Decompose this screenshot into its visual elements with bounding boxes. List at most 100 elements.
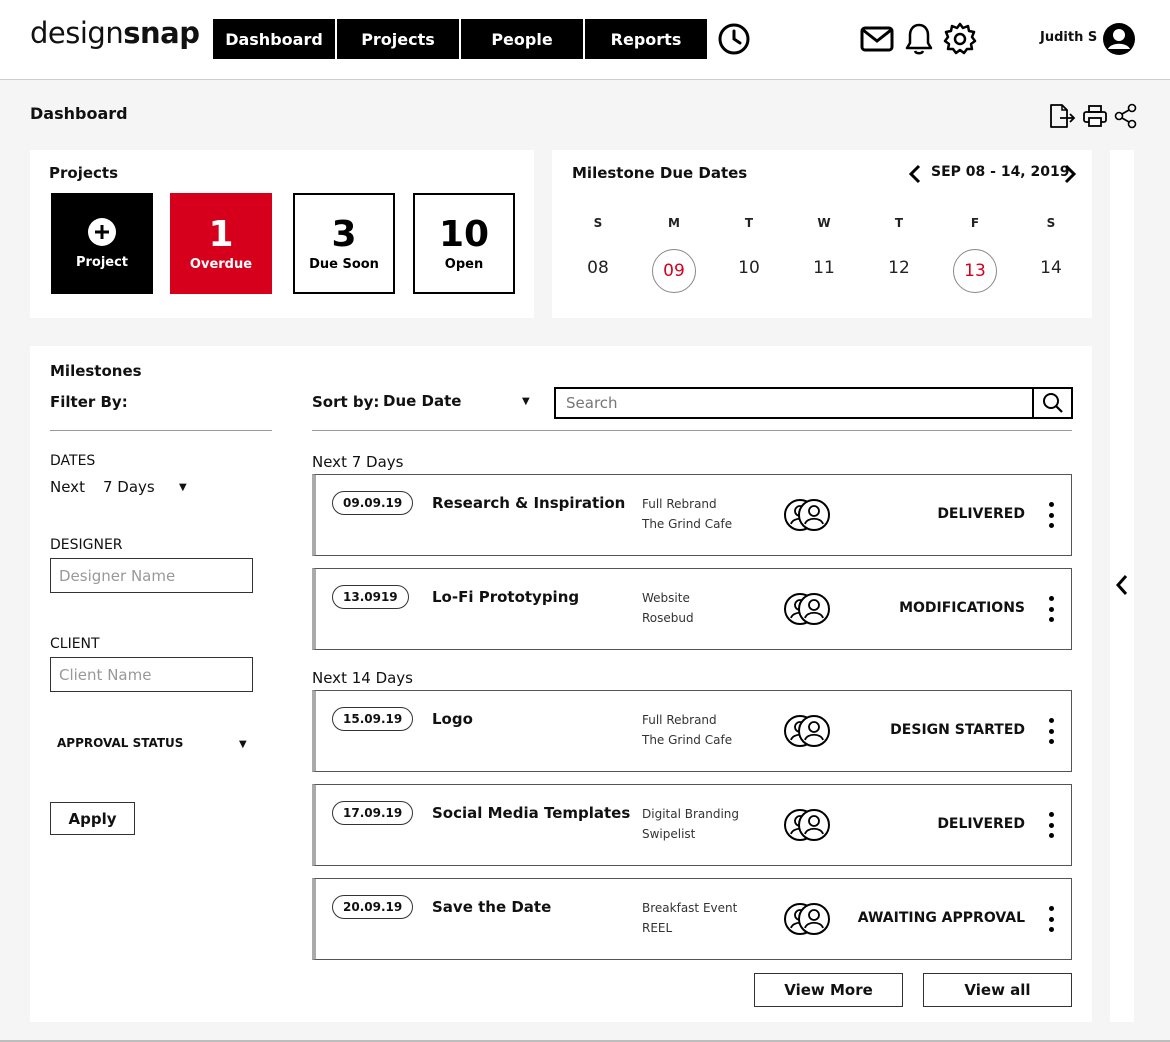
client-name: Rosebud (642, 611, 694, 625)
new-project-button[interactable]: Project (51, 193, 153, 294)
export-icon[interactable] (1048, 103, 1076, 129)
weekday-letter: S (1046, 216, 1056, 230)
filter-divider (50, 430, 272, 431)
milestone-title: Logo (432, 710, 473, 728)
dates-range-select[interactable]: 7 Days (103, 478, 155, 496)
calendar-day[interactable]: W 11 (802, 216, 846, 278)
day-number-highlighted[interactable]: 09 (652, 249, 696, 293)
client-label: CLIENT (50, 636, 100, 652)
milestone-title: Lo-Fi Prototyping (432, 588, 580, 606)
project-name: Digital Branding (642, 807, 740, 821)
calendar-day[interactable]: S 08 (576, 216, 620, 278)
view-all-button[interactable]: View all (923, 973, 1072, 1007)
designer-name-input[interactable] (50, 558, 253, 593)
caret-down-icon[interactable]: ▼ (179, 482, 187, 493)
calendar-day[interactable]: M (652, 216, 696, 230)
status-label: DESIGN STARTED (890, 722, 1025, 738)
due-soon-card[interactable]: 3 Due Soon (293, 193, 395, 294)
more-options-icon[interactable] (1045, 502, 1057, 528)
status-label: AWAITING APPROVAL (857, 910, 1025, 926)
milestone-title: Social Media Templates (432, 804, 631, 822)
team-users-icon (784, 593, 830, 625)
overdue-label: Overdue (189, 257, 253, 272)
nav-people[interactable]: People (461, 19, 583, 59)
client-name-input[interactable] (50, 657, 253, 692)
nav-projects[interactable]: Projects (337, 19, 459, 59)
overdue-card[interactable]: 1 Overdue (170, 193, 272, 294)
chevron-right-icon[interactable] (1063, 164, 1077, 184)
search-icon (1042, 393, 1063, 413)
day-number: 12 (888, 258, 910, 278)
day-number: 10 (738, 258, 760, 278)
team-users-icon (784, 715, 830, 747)
chevron-left-icon[interactable] (1115, 574, 1129, 596)
milestone-row[interactable]: 17.09.19 Social Media Templates Digital … (312, 784, 1072, 866)
page-title: Dashboard (30, 104, 128, 123)
dates-prefix: Next (50, 478, 85, 496)
weekday-letter: T (894, 216, 904, 230)
open-count: 10 (438, 214, 490, 255)
more-options-icon[interactable] (1045, 812, 1057, 838)
group-heading-next-14-days: Next 14 Days (312, 669, 414, 687)
milestone-row[interactable]: 15.09.19 Logo Full Rebrand The Grind Caf… (312, 690, 1072, 772)
day-number-highlighted[interactable]: 13 (953, 249, 997, 293)
chevron-left-icon[interactable] (908, 164, 922, 184)
weekday-letter: S (593, 216, 603, 230)
calendar-day[interactable]: T 10 (727, 216, 771, 278)
plus-circle-icon (88, 218, 116, 246)
caret-down-icon[interactable]: ▼ (239, 739, 247, 750)
view-more-button[interactable]: View More (754, 973, 903, 1007)
status-label: MODIFICATIONS (899, 600, 1025, 616)
projects-panel: Projects Project 1 Overdue 3 Due Soon 10… (30, 150, 534, 318)
open-label: Open (444, 257, 484, 272)
more-options-icon[interactable] (1045, 718, 1057, 744)
team-users-icon (784, 499, 830, 531)
mail-icon[interactable] (860, 26, 894, 52)
project-name: Full Rebrand (642, 713, 717, 727)
milestones-title: Milestones (50, 362, 142, 380)
date-pill: 13.0919 (332, 585, 409, 609)
calendar-day[interactable]: T 12 (877, 216, 921, 278)
share-icon[interactable] (1114, 103, 1138, 129)
dates-label: DATES (50, 453, 96, 469)
client-name: The Grind Cafe (642, 733, 733, 747)
search-button[interactable] (1032, 389, 1071, 417)
top-navigation-bar: designsnap Dashboard Projects People Rep… (0, 0, 1170, 80)
weekday-letter: F (970, 216, 980, 230)
print-icon[interactable] (1082, 103, 1108, 129)
more-options-icon[interactable] (1045, 906, 1057, 932)
milestone-row[interactable]: 09.09.19 Research & Inspiration Full Reb… (312, 474, 1072, 556)
clock-icon[interactable] (717, 22, 751, 56)
date-pill: 09.09.19 (332, 491, 414, 515)
milestone-calendar-panel: Milestone Due Dates SEP 08 - 14, 2019 S … (552, 150, 1092, 318)
milestone-row[interactable]: 13.0919 Lo-Fi Prototyping Website Rosebu… (312, 568, 1072, 650)
settings-gear-icon[interactable] (943, 22, 977, 56)
due-soon-label: Due Soon (309, 257, 379, 272)
username-label[interactable]: Judith S (1040, 30, 1097, 45)
sort-by-select[interactable]: Due Date (383, 392, 461, 410)
search-input[interactable] (556, 389, 1032, 417)
approval-status-select[interactable]: APPROVAL STATUS (57, 736, 183, 750)
caret-down-icon[interactable]: ▼ (522, 396, 530, 407)
bell-icon[interactable] (904, 22, 934, 56)
calendar-day[interactable]: S 14 (1029, 216, 1073, 278)
app-logo[interactable]: designsnap (30, 16, 200, 50)
nav-reports[interactable]: Reports (585, 19, 707, 59)
team-users-icon (784, 809, 830, 841)
date-pill: 17.09.19 (332, 801, 414, 825)
open-card[interactable]: 10 Open (413, 193, 515, 294)
collapsed-side-drawer[interactable] (1110, 150, 1134, 1022)
apply-button[interactable]: Apply (50, 802, 135, 835)
sort-by-label: Sort by: (312, 393, 380, 411)
logo-bold-text: snap (123, 16, 200, 50)
date-pill: 20.09.19 (332, 895, 414, 919)
nav-dashboard[interactable]: Dashboard (213, 19, 335, 59)
search-box (554, 387, 1073, 419)
new-project-label: Project (75, 255, 129, 270)
more-options-icon[interactable] (1045, 596, 1057, 622)
milestone-row[interactable]: 20.09.19 Save the Date Breakfast Event R… (312, 878, 1072, 960)
group-heading-next-7-days: Next 7 Days (312, 453, 404, 471)
avatar[interactable] (1102, 22, 1136, 56)
weekday-letter: T (744, 216, 754, 230)
calendar-day[interactable]: F (953, 216, 997, 230)
